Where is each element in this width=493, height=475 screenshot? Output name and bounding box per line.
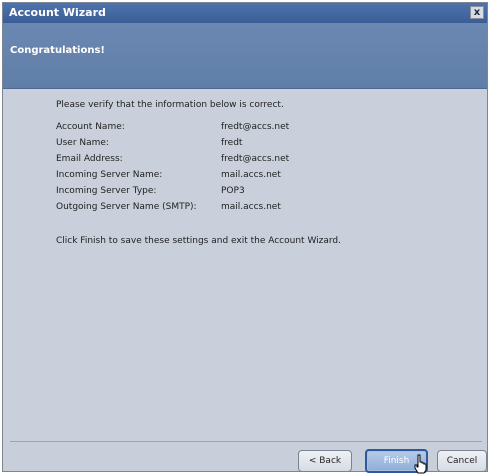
info-value: mail.accs.net (221, 170, 281, 180)
info-label: Outgoing Server Name (SMTP): (56, 202, 197, 212)
title-bar: Account Wizard x (3, 3, 487, 23)
wizard-content: Please verify that the information below… (3, 89, 487, 442)
intro-text: Please verify that the information below… (56, 100, 284, 110)
info-label: Incoming Server Type: (56, 186, 157, 196)
close-icon: x (473, 7, 481, 18)
hand-cursor-icon (414, 454, 427, 474)
account-wizard-dialog: Account Wizard x Congratulations! Please… (2, 2, 488, 474)
info-label: Email Address: (56, 154, 123, 164)
window-title: Account Wizard (9, 6, 106, 19)
info-value: fredt@accs.net (221, 122, 290, 132)
info-label: Account Name: (56, 122, 125, 132)
page-title: Congratulations! (10, 45, 105, 56)
info-value: fredt (221, 138, 243, 148)
wizard-header: Congratulations! (3, 23, 487, 89)
finish-instructions: Click Finish to save these settings and … (56, 236, 341, 246)
back-button[interactable]: < Back (298, 450, 352, 472)
info-label: Incoming Server Name: (56, 170, 163, 180)
cancel-button[interactable]: Cancel (437, 450, 487, 472)
info-value: fredt@accs.net (221, 154, 290, 164)
info-value: mail.accs.net (221, 202, 281, 212)
info-value: POP3 (221, 186, 245, 196)
close-button[interactable]: x (470, 6, 484, 19)
info-label: User Name: (56, 138, 109, 148)
button-area-divider (10, 441, 482, 442)
